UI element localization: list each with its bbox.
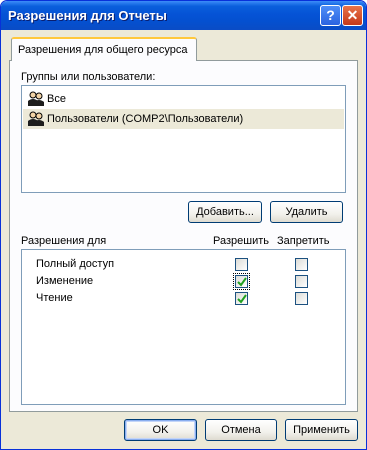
deny-full-control-checkbox[interactable] bbox=[295, 258, 308, 271]
allow-modify-checkbox[interactable] bbox=[233, 273, 250, 290]
groups-label: Группы или пользователи: bbox=[21, 71, 156, 83]
checkmark-icon bbox=[237, 294, 247, 304]
help-icon: ? bbox=[326, 7, 335, 23]
tab-share-permissions[interactable]: Разрешения для общего ресурса bbox=[11, 37, 197, 61]
apply-button[interactable]: Применить bbox=[285, 419, 358, 441]
checkmark-icon bbox=[237, 277, 247, 287]
title-bar[interactable]: Разрешения для Отчеты ? ✕ bbox=[1, 1, 366, 30]
permissions-list: Полный доступ Изменение Чтение bbox=[21, 249, 346, 405]
deny-column-header: Запретить bbox=[277, 235, 330, 247]
permissions-label: Разрешения для bbox=[21, 235, 107, 247]
permission-modify: Изменение bbox=[36, 275, 94, 287]
add-button[interactable]: Добавить... bbox=[188, 201, 262, 223]
permission-read: Чтение bbox=[36, 292, 73, 304]
allow-read-checkbox[interactable] bbox=[235, 292, 248, 305]
deny-read-checkbox[interactable] bbox=[295, 292, 308, 305]
help-button[interactable]: ? bbox=[320, 5, 341, 26]
allow-column-header: Разрешить bbox=[213, 235, 269, 247]
permissions-dialog: Разрешения для Отчеты ? ✕ Разрешения для… bbox=[0, 0, 367, 450]
list-item-everyone[interactable]: Все bbox=[23, 89, 344, 109]
deny-modify-checkbox[interactable] bbox=[295, 275, 308, 288]
users-group-icon bbox=[28, 91, 44, 106]
list-item-label: Все bbox=[47, 93, 66, 105]
permission-full-control: Полный доступ bbox=[36, 258, 115, 270]
close-button[interactable]: ✕ bbox=[342, 5, 363, 26]
list-item-label: Пользователи (COMP2\Пользователи) bbox=[47, 113, 244, 125]
ok-button[interactable]: OK bbox=[124, 419, 197, 441]
list-item-users[interactable]: Пользователи (COMP2\Пользователи) bbox=[23, 109, 344, 129]
window-title: Разрешения для Отчеты bbox=[8, 8, 167, 23]
cancel-button[interactable]: Отмена bbox=[205, 419, 277, 441]
users-group-icon bbox=[28, 111, 44, 126]
tab-label: Разрешения для общего ресурса bbox=[18, 44, 188, 56]
remove-button[interactable]: Удалить bbox=[270, 201, 343, 223]
users-listbox[interactable]: Все Пользователи (COMP2\Пользователи) bbox=[21, 85, 346, 193]
close-icon: ✕ bbox=[346, 7, 359, 23]
allow-full-control-checkbox[interactable] bbox=[235, 258, 248, 271]
